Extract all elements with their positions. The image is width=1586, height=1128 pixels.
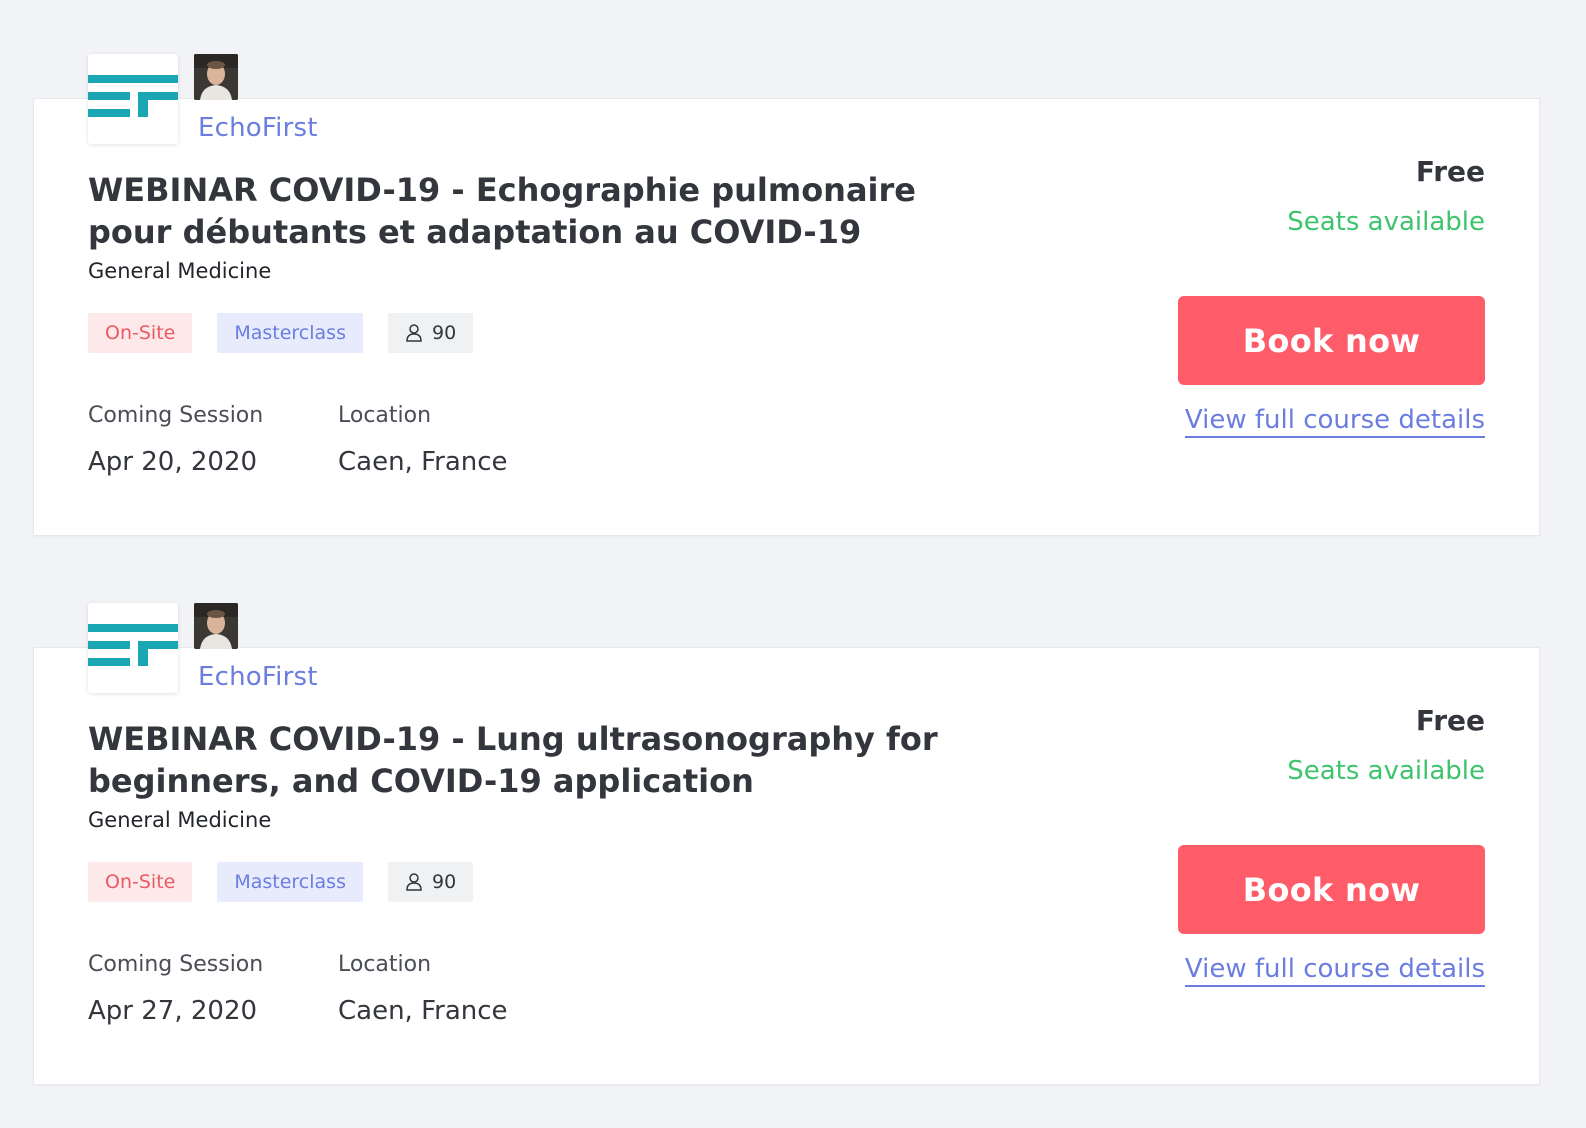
seats-availability: Seats available (1287, 756, 1485, 786)
location: Location Caen, France (338, 403, 508, 477)
book-now-button[interactable]: Book now (1178, 296, 1485, 385)
person-icon (406, 324, 422, 342)
course-card: EchoFirst WEBINAR COVID-19 - Lung ultras… (33, 603, 1540, 1085)
echofirst-logo[interactable] (88, 603, 178, 693)
course-title[interactable]: WEBINAR COVID-19 - Lung ultrasonography … (88, 718, 1008, 802)
person-icon (406, 873, 422, 891)
delivery-tag: On-Site (88, 313, 193, 353)
course-tags: On-Site Masterclass 90 (88, 862, 474, 902)
book-now-button[interactable]: Book now (1178, 845, 1485, 934)
coming-session: Coming Session Apr 20, 2020 (88, 403, 263, 477)
location-value: Caen, France (338, 447, 508, 477)
view-details-link[interactable]: View full course details (1184, 954, 1485, 987)
instructor-avatar[interactable] (194, 603, 238, 649)
course-tags: On-Site Masterclass 90 (88, 313, 474, 353)
coming-session: Coming Session Apr 27, 2020 (88, 952, 263, 1026)
course-card: EchoFirst WEBINAR COVID-19 - Echographie… (33, 54, 1540, 536)
view-details-link[interactable]: View full course details (1184, 405, 1485, 438)
seats-availability: Seats available (1287, 207, 1485, 237)
location: Location Caen, France (338, 952, 508, 1026)
course-price: Free (1415, 155, 1485, 188)
format-tag: Masterclass (217, 313, 363, 353)
seats-tag: 90 (387, 862, 474, 902)
course-category: General Medicine (88, 808, 272, 832)
session-label: Coming Session (88, 403, 264, 428)
format-tag: Masterclass (217, 862, 363, 902)
provider-link[interactable]: EchoFirst (198, 113, 318, 143)
seats-count: 90 (431, 322, 457, 344)
delivery-tag: On-Site (88, 862, 193, 902)
course-title[interactable]: WEBINAR COVID-19 - Echographie pulmonair… (88, 169, 1008, 253)
course-price: Free (1415, 704, 1485, 737)
location-value: Caen, France (338, 996, 508, 1026)
session-date: Apr 20, 2020 (88, 447, 258, 477)
session-date: Apr 27, 2020 (88, 996, 258, 1026)
location-label: Location (338, 403, 432, 428)
location-label: Location (338, 952, 432, 977)
echofirst-logo[interactable] (88, 54, 178, 144)
course-category: General Medicine (88, 259, 272, 283)
instructor-avatar[interactable] (194, 54, 238, 100)
seats-count: 90 (431, 871, 457, 893)
provider-link[interactable]: EchoFirst (198, 662, 318, 692)
session-label: Coming Session (88, 952, 264, 977)
seats-tag: 90 (387, 313, 474, 353)
